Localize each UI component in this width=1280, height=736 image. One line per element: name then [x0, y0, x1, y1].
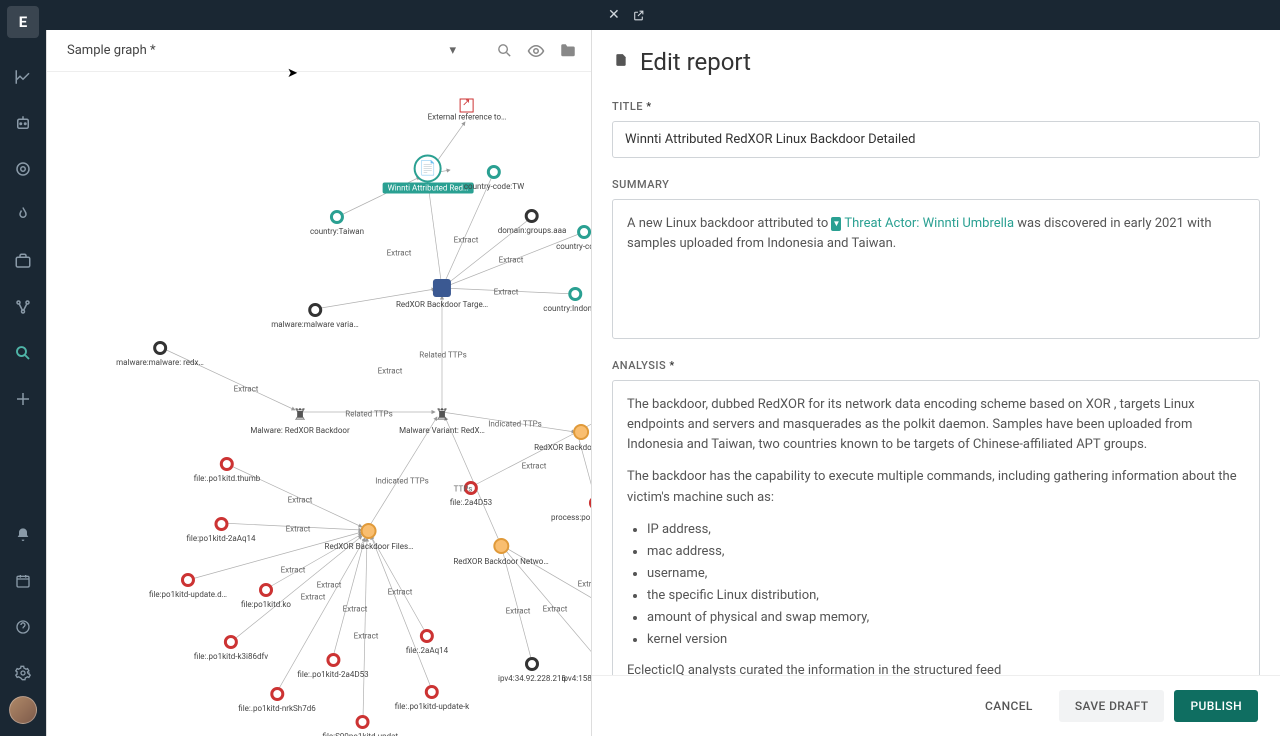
- cancel-button[interactable]: CANCEL: [969, 690, 1049, 722]
- country-icon: [568, 287, 582, 301]
- fingerprint-icon: [573, 424, 589, 440]
- node-proc[interactable]: process:po1kitd-update-k: [551, 496, 591, 522]
- node-ipv4-34[interactable]: ipv4:34.92.228.216: [498, 657, 566, 683]
- nav-calendar[interactable]: [0, 558, 46, 604]
- node-file-2a4d53b[interactable]: file:.po1kitd-2a4D53: [297, 653, 368, 679]
- nav-briefcase[interactable]: [0, 238, 46, 284]
- publish-button[interactable]: PUBLISH: [1174, 690, 1258, 722]
- file-icon: [425, 685, 439, 699]
- nav-search[interactable]: [0, 330, 46, 376]
- node-file-s99[interactable]: file:S99po1kitd-updat…: [323, 715, 404, 736]
- node-ipv4-158[interactable]: ipv4:158.247.208.230: [562, 657, 591, 683]
- node-taiwan[interactable]: country:Taiwan: [310, 210, 364, 236]
- threat-actor-chip[interactable]: Threat Actor: Winnti Umbrella: [831, 216, 1014, 231]
- node-malware-varia[interactable]: malware:malware varia…: [271, 303, 359, 329]
- summary-label: SUMMARY: [612, 178, 1260, 191]
- node-malware-redx[interactable]: malware:malware: redx…: [116, 341, 204, 367]
- nav-settings[interactable]: [0, 650, 46, 696]
- node-indonesia[interactable]: country:Indonesia: [543, 287, 591, 313]
- panel-header: Edit report: [592, 30, 1280, 88]
- node-ext-ref[interactable]: External reference to…: [428, 99, 507, 122]
- country-icon: [330, 210, 344, 224]
- nav-target[interactable]: [0, 146, 46, 192]
- country-code-icon: [487, 165, 501, 179]
- castle-icon: ♜: [293, 405, 307, 424]
- target-icon: [433, 279, 451, 297]
- node-malware-redxor[interactable]: ♜Malware: RedXOR Backdoor: [250, 405, 349, 435]
- nav-branch[interactable]: [0, 284, 46, 330]
- node-file-k3i86dfv[interactable]: file:.po1kitd-k3i86dfv: [194, 635, 268, 661]
- file-icon: [356, 715, 370, 729]
- node-netwo[interactable]: RedXOR Backdoor Netwo…: [453, 538, 548, 566]
- nav-dashboard[interactable]: [0, 54, 46, 100]
- country-code-icon: [577, 225, 591, 239]
- close-icon[interactable]: ✕: [608, 7, 620, 23]
- file-icon: [270, 687, 284, 701]
- graph-title-select[interactable]: Sample graph * ▾: [67, 43, 496, 58]
- analysis-editor[interactable]: The backdoor, dubbed RedXOR for its netw…: [612, 380, 1260, 675]
- fingerprint-icon: [493, 538, 509, 554]
- node-file-2a4d53[interactable]: file:.2a4D53: [450, 481, 492, 507]
- malware-icon: [308, 303, 322, 317]
- file-icon: [326, 653, 340, 667]
- node-hashes[interactable]: RedXOR Backdoor Hashes: [534, 424, 591, 452]
- folder-icon[interactable]: [559, 42, 577, 60]
- castle-icon: ♜: [435, 405, 449, 424]
- save-draft-button[interactable]: SAVE DRAFT: [1059, 690, 1165, 722]
- nav-add[interactable]: [0, 376, 46, 422]
- app-logo[interactable]: E: [7, 6, 39, 38]
- file-icon: [464, 481, 478, 495]
- left-rail: E: [0, 0, 46, 736]
- panel-footer: CANCEL SAVE DRAFT PUBLISH: [592, 675, 1280, 736]
- node-file-nrkSh7d6[interactable]: file:.po1kitd-nrkSh7d6: [238, 687, 315, 713]
- process-icon: [589, 496, 591, 510]
- document-icon: [614, 52, 628, 72]
- fingerprint-icon: [361, 523, 377, 539]
- domain-icon: [525, 209, 539, 223]
- file-icon: [420, 629, 434, 643]
- graph-title-text: Sample graph *: [67, 43, 156, 58]
- panel-title: Edit report: [640, 48, 751, 76]
- node-cc-tw[interactable]: country-code:TW: [464, 165, 524, 191]
- file-icon: [181, 573, 195, 587]
- graph-pane: Sample graph * ▾: [46, 30, 592, 736]
- graph-header: Sample graph * ▾: [47, 30, 591, 72]
- node-file-thumb[interactable]: file:.po1kitd.thumb: [194, 457, 260, 483]
- nav-robot[interactable]: [0, 100, 46, 146]
- analysis-label: ANALYSIS *: [612, 359, 1260, 372]
- title-input[interactable]: [612, 121, 1260, 158]
- ipv4-icon: [525, 657, 539, 671]
- node-file-update-k[interactable]: file:.po1kitd-update-k: [395, 685, 469, 711]
- nav-bell[interactable]: [0, 512, 46, 558]
- panel-chrome: ✕: [592, 0, 1280, 30]
- title-label: TITLE *: [612, 100, 1260, 113]
- node-variant[interactable]: ♜Malware Variant: RedX…: [399, 405, 485, 435]
- external-link-icon: [460, 99, 474, 113]
- edit-panel: ✕ Edit report ➤ TITLE * SUMMARY: [592, 30, 1280, 736]
- node-file-2aAq14[interactable]: file:po1kitd-2aAq14: [186, 517, 255, 543]
- node-doc-highlight[interactable]: 📄Winnti Attributed Red…: [383, 155, 474, 194]
- file-icon: [214, 517, 228, 531]
- nav-help[interactable]: [0, 604, 46, 650]
- file-icon: [224, 635, 238, 649]
- chevron-down-icon: ▾: [449, 43, 456, 58]
- file-icon: [259, 583, 273, 597]
- eye-icon[interactable]: [527, 42, 545, 60]
- node-redxor-targ[interactable]: RedXOR Backdoor Targe…: [396, 279, 488, 309]
- nav-fire[interactable]: [0, 192, 46, 238]
- document-icon: 📄: [414, 155, 442, 183]
- popout-icon[interactable]: [632, 9, 645, 22]
- malware-icon: [153, 341, 167, 355]
- node-file-update-d[interactable]: file:po1kitd-update.d…: [149, 573, 227, 599]
- user-avatar[interactable]: [9, 696, 37, 724]
- file-icon: [220, 457, 234, 471]
- analysis-list: IP address, mac address, username, the s…: [647, 520, 1245, 651]
- node-cc-id[interactable]: country-code:ID: [556, 225, 591, 251]
- node-file-ko[interactable]: file:po1kitd.ko: [241, 583, 291, 609]
- node-files[interactable]: RedXOR Backdoor Files…: [325, 523, 414, 551]
- graph-canvas[interactable]: External reference to… 📄Winnti Attribute…: [47, 72, 591, 736]
- node-file-2aAq14b[interactable]: file:.2aAq14: [406, 629, 448, 655]
- search-icon[interactable]: [496, 42, 513, 60]
- summary-editor[interactable]: A new Linux backdoor attributed to Threa…: [612, 199, 1260, 339]
